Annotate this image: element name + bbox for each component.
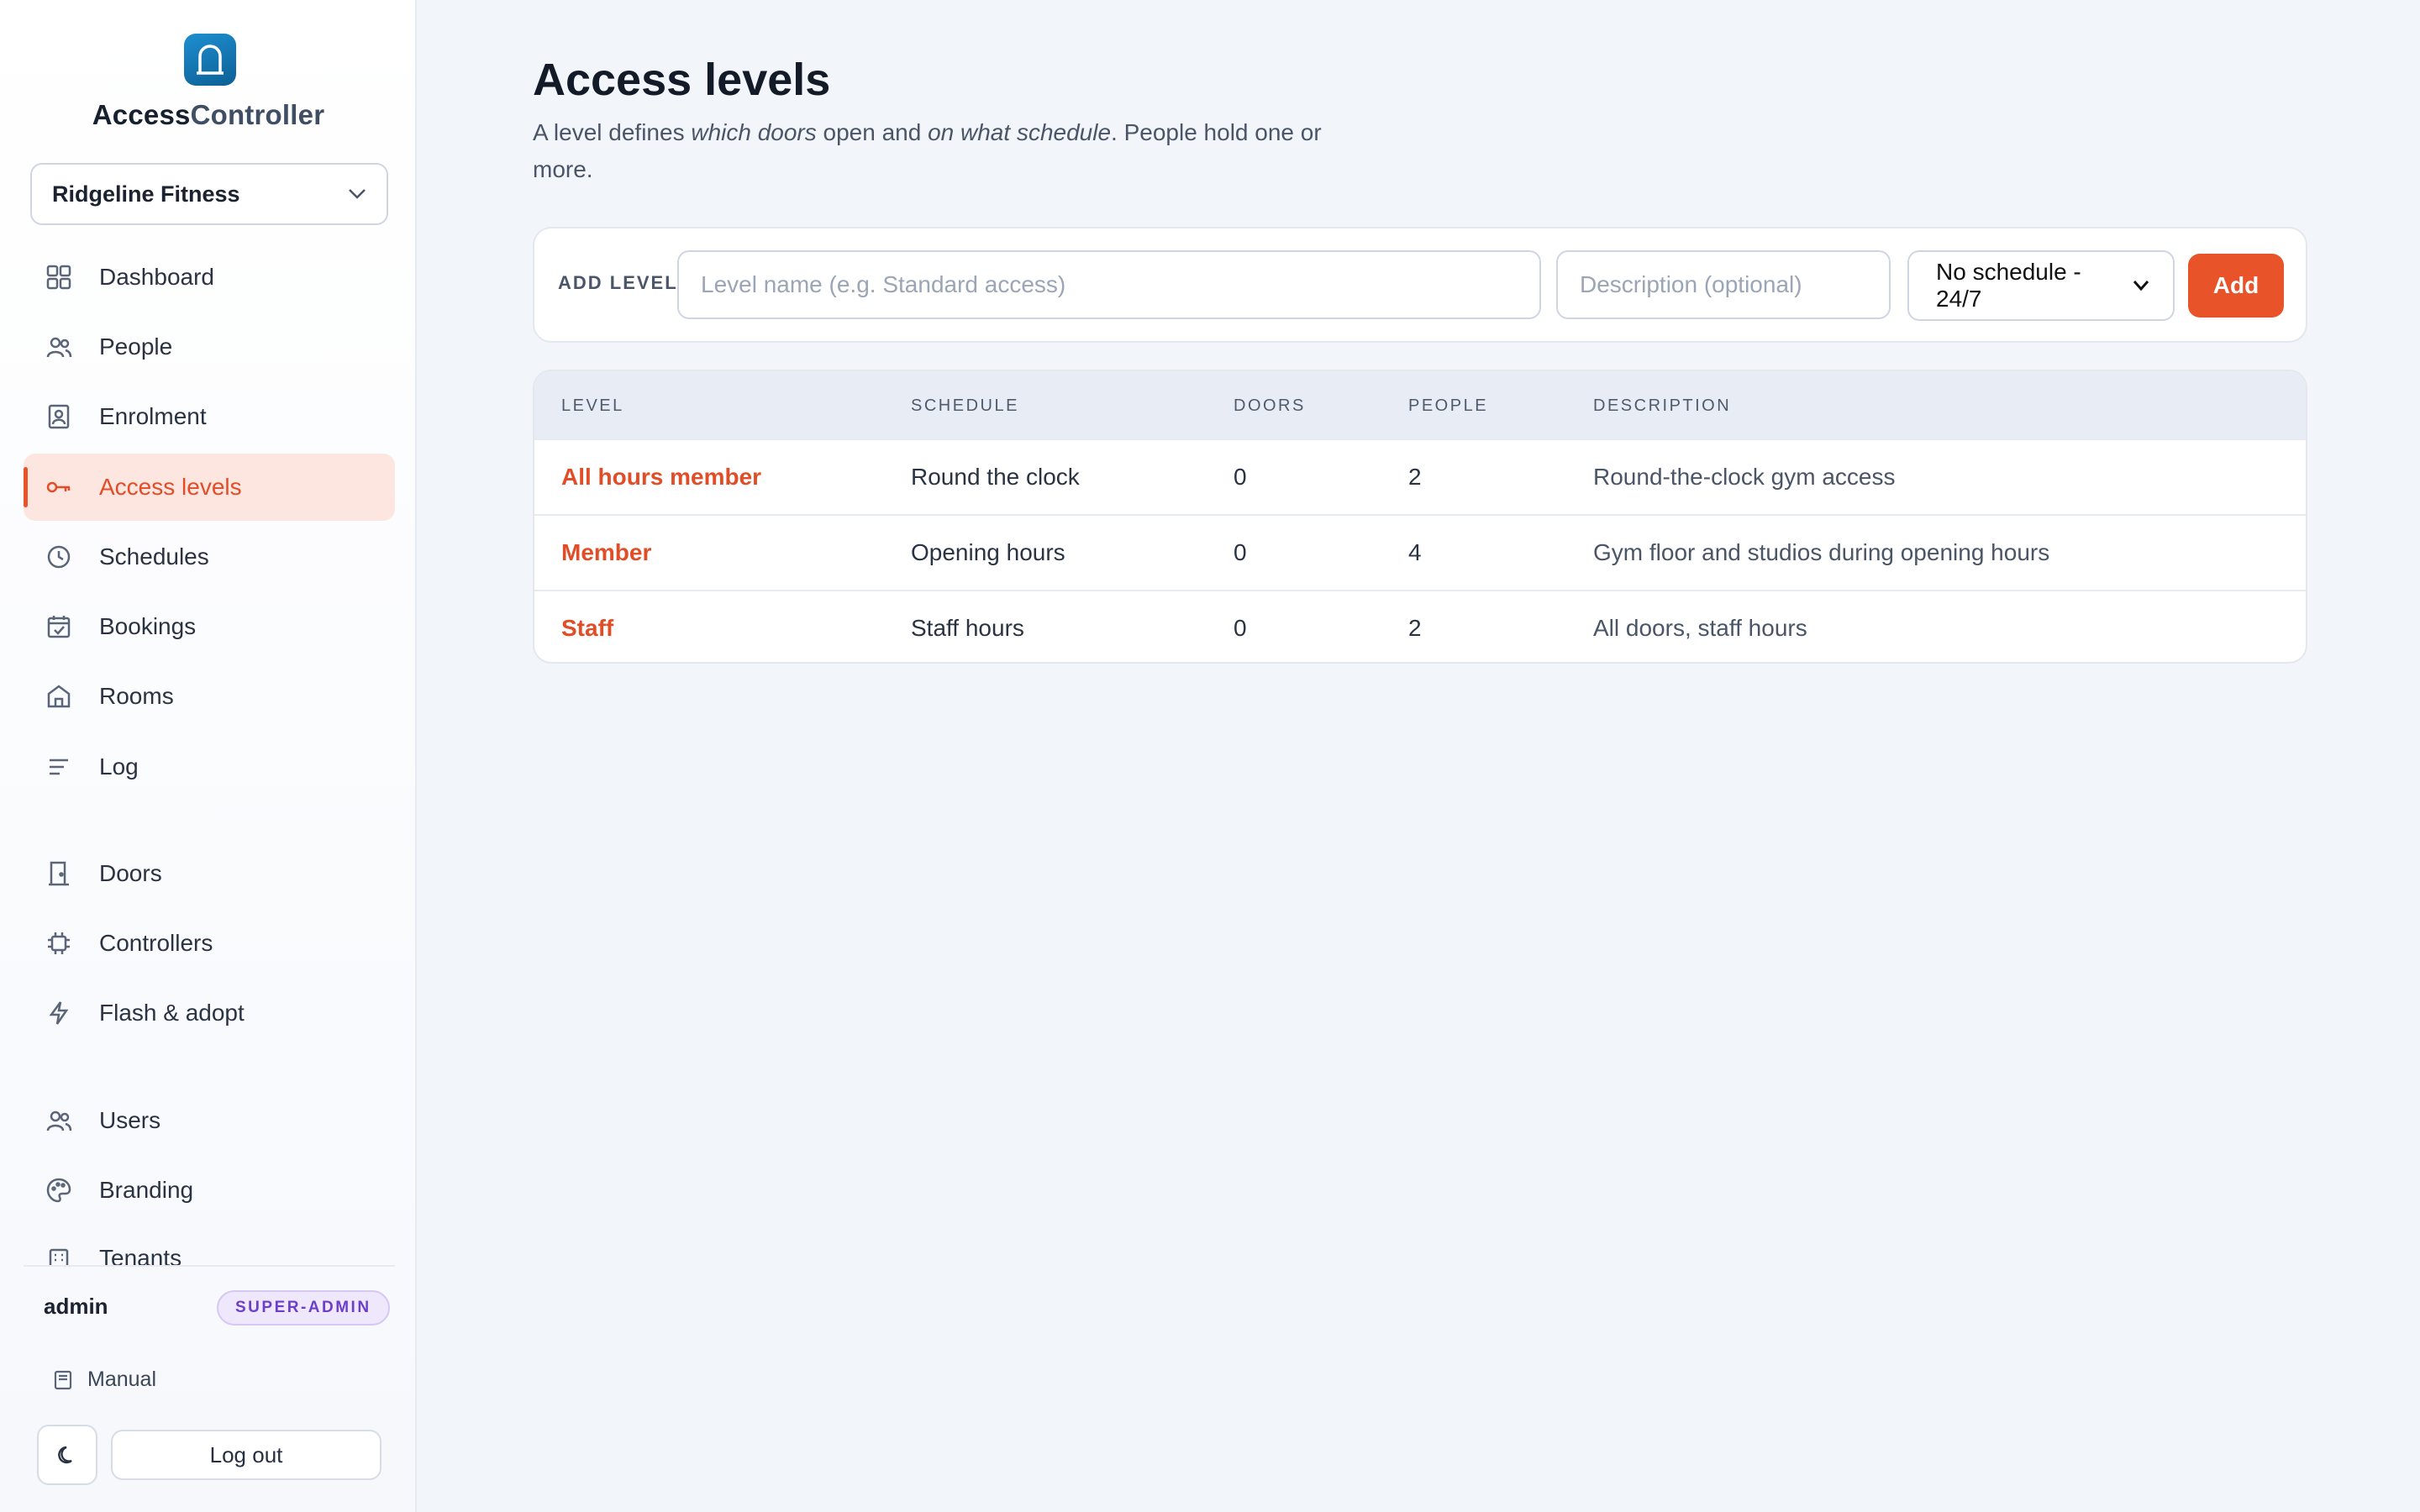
current-user-name: admin xyxy=(44,1294,108,1319)
manual-link[interactable]: Manual xyxy=(52,1368,156,1392)
page-title: Access levels xyxy=(533,55,831,105)
level-name-link[interactable]: Member xyxy=(561,539,651,566)
table-row[interactable]: Staff Staff hours 0 2 All doors, staff h… xyxy=(534,590,2306,662)
grid-icon xyxy=(44,262,74,292)
sidebar-item-label: Controllers xyxy=(99,930,213,956)
sidebar-item-label: Tenants xyxy=(99,1245,182,1265)
sidebar-item-bookings[interactable]: Bookings xyxy=(24,593,395,660)
column-header-doors[interactable]: DOORS xyxy=(1234,396,1306,416)
sidebar-item-controllers[interactable]: Controllers xyxy=(24,910,395,977)
schedule-select[interactable]: No schedule - 24/7 xyxy=(1907,250,2175,321)
desc-text: A level defines xyxy=(533,119,692,145)
brand-part-access: Access xyxy=(92,99,191,130)
sidebar: AccessController Ridgeline Fitness Dashb… xyxy=(0,0,417,1512)
door-arch-icon xyxy=(184,34,236,86)
sidebar-item-people[interactable]: People xyxy=(24,313,395,381)
column-header-schedule[interactable]: SCHEDULE xyxy=(911,396,1019,416)
add-level-card: ADD LEVEL No schedule - 24/7 Add xyxy=(533,227,2307,343)
cell-people: 2 xyxy=(1408,464,1422,490)
sidebar-item-log[interactable]: Log xyxy=(24,733,395,801)
level-description-input[interactable] xyxy=(1556,250,1891,319)
cell-description: Gym floor and studios during opening hou… xyxy=(1593,539,2050,565)
sidebar-item-label: Access levels xyxy=(99,474,242,500)
palette-icon xyxy=(44,1175,74,1205)
table-row[interactable]: All hours member Round the clock 0 2 Rou… xyxy=(534,438,2306,516)
sidebar-item-schedules[interactable]: Schedules xyxy=(24,523,395,591)
cell-description: All doors, staff hours xyxy=(1593,615,1807,641)
sidebar-item-tenants[interactable]: Tenants xyxy=(24,1226,395,1265)
cell-doors: 0 xyxy=(1234,615,1247,641)
sidebar-item-label: Bookings xyxy=(99,613,197,639)
cell-people: 2 xyxy=(1408,615,1422,641)
people-icon xyxy=(44,332,74,362)
desc-emphasis-schedule: on what schedule xyxy=(928,119,1112,145)
chevron-down-icon xyxy=(348,188,366,200)
key-icon xyxy=(44,472,74,502)
cell-description: Round-the-clock gym access xyxy=(1593,464,1896,490)
column-header-level[interactable]: LEVEL xyxy=(561,396,624,416)
cell-people: 4 xyxy=(1408,539,1422,565)
manual-link-label: Manual xyxy=(87,1368,156,1391)
logout-button[interactable]: Log out xyxy=(111,1430,381,1480)
id-badge-icon xyxy=(44,402,74,432)
brand-part-controller: Controller xyxy=(190,99,325,130)
cell-schedule: Opening hours xyxy=(911,539,1065,565)
lightning-icon xyxy=(44,998,74,1028)
sidebar-item-branding[interactable]: Branding xyxy=(24,1157,395,1224)
sidebar-item-enrolment[interactable]: Enrolment xyxy=(24,383,395,450)
column-header-people[interactable]: PEOPLE xyxy=(1408,396,1488,416)
level-name-link[interactable]: Staff xyxy=(561,615,613,642)
cell-doors: 0 xyxy=(1234,539,1247,565)
desc-emphasis-doors: which doors xyxy=(691,119,817,145)
door-icon xyxy=(44,858,74,889)
add-level-label: ADD LEVEL xyxy=(558,272,678,293)
add-level-button[interactable]: Add xyxy=(2188,254,2284,318)
sidebar-item-label: Rooms xyxy=(99,683,174,709)
tenant-select[interactable]: Ridgeline Fitness xyxy=(30,163,388,225)
table-row[interactable]: Member Opening hours 0 4 Gym floor and s… xyxy=(534,514,2306,591)
moon-icon xyxy=(56,1444,78,1466)
sidebar-item-label: Branding xyxy=(99,1177,194,1203)
schedule-select-value: No schedule - 24/7 xyxy=(1936,259,2081,312)
theme-toggle-button[interactable] xyxy=(37,1425,97,1485)
chip-icon xyxy=(44,928,74,958)
calendar-check-icon xyxy=(44,612,74,642)
sidebar-item-users[interactable]: Users xyxy=(24,1087,395,1154)
page-description: A level defines which doors open and on … xyxy=(533,114,1339,188)
sidebar-item-label: Enrolment xyxy=(99,403,207,429)
building-icon xyxy=(44,1245,74,1265)
sidebar-item-label: Users xyxy=(99,1107,161,1133)
app-brand: AccessController xyxy=(0,99,417,131)
sidebar-item-label: Log xyxy=(99,753,139,780)
sidebar-item-label: Schedules xyxy=(99,543,209,570)
chevron-down-icon xyxy=(2133,280,2149,291)
role-badge: SUPER-ADMIN xyxy=(217,1290,390,1326)
clock-icon xyxy=(44,542,74,572)
tenant-select-value: Ridgeline Fitness xyxy=(52,181,240,207)
sidebar-item-label: Flash & adopt xyxy=(99,1000,245,1026)
cell-schedule: Staff hours xyxy=(911,615,1024,641)
sidebar-item-label: Doors xyxy=(99,860,162,886)
access-levels-table: LEVEL SCHEDULE DOORS PEOPLE DESCRIPTION … xyxy=(533,370,2307,664)
sidebar-item-label: People xyxy=(99,333,173,360)
table-header: LEVEL SCHEDULE DOORS PEOPLE DESCRIPTION xyxy=(534,371,2306,438)
sidebar-item-label: Dashboard xyxy=(99,264,214,290)
house-icon xyxy=(44,681,74,711)
sidebar-item-access-levels[interactable]: Access levels xyxy=(24,454,395,521)
column-header-description[interactable]: DESCRIPTION xyxy=(1593,396,1731,416)
cell-doors: 0 xyxy=(1234,464,1247,490)
desc-text: open and xyxy=(816,119,929,145)
level-name-input[interactable] xyxy=(677,250,1541,319)
cell-schedule: Round the clock xyxy=(911,464,1080,490)
sidebar-item-flash-adopt[interactable]: Flash & adopt xyxy=(24,979,395,1047)
book-icon xyxy=(52,1369,74,1391)
people-icon xyxy=(44,1105,74,1136)
level-name-link[interactable]: All hours member xyxy=(561,464,761,491)
lines-icon xyxy=(44,752,74,782)
sidebar-item-doors[interactable]: Doors xyxy=(24,840,395,907)
sidebar-divider xyxy=(24,1265,395,1267)
sidebar-item-dashboard[interactable]: Dashboard xyxy=(24,244,395,311)
sidebar-item-rooms[interactable]: Rooms xyxy=(24,663,395,730)
